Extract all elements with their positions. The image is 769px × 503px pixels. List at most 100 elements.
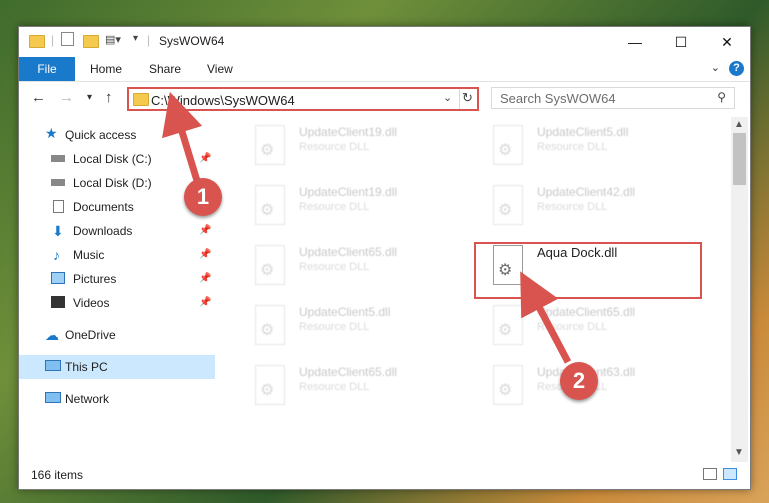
sidebar-item-label: Local Disk (D:) — [73, 176, 152, 190]
item-count: 166 items — [31, 468, 84, 482]
dll-file-icon — [255, 365, 285, 405]
picture-icon — [51, 272, 65, 284]
document-icon — [53, 200, 64, 213]
dll-file-icon — [255, 305, 285, 345]
file-item[interactable]: UpdateClient5.dll Resource DLL — [479, 121, 709, 173]
sidebar-item-label: Quick access — [65, 128, 137, 142]
refresh-icon[interactable]: ↻ — [462, 90, 473, 106]
file-type: Resource DLL — [537, 141, 608, 153]
file-type: Resource DLL — [299, 141, 370, 153]
scroll-up-icon[interactable]: ▲ — [734, 119, 744, 130]
folder-icon — [29, 35, 45, 48]
file-type: Resource DLL — [299, 261, 370, 273]
sidebar-item-music[interactable]: ♪ Music 📌 — [19, 243, 215, 267]
network-icon — [45, 392, 61, 403]
music-icon: ♪ — [53, 247, 60, 263]
address-bar[interactable]: C:\Windows\SysWOW64 ⌄ ↻ — [127, 87, 479, 111]
highlight-box — [474, 242, 702, 299]
help-icon[interactable]: ? — [729, 61, 744, 76]
pin-icon: 📌 — [199, 153, 212, 164]
sidebar-item-onedrive[interactable]: ☁ OneDrive — [19, 323, 215, 347]
sidebar-item-local-disk-c[interactable]: Local Disk (C:) 📌 — [19, 147, 215, 171]
up-button[interactable]: ↑ — [105, 89, 113, 106]
file-name: UpdateClient5.dll — [537, 125, 629, 139]
file-name: UpdateClient65.dll — [299, 245, 398, 259]
tab-file[interactable]: File — [19, 57, 75, 81]
new-folder-icon[interactable] — [83, 35, 99, 48]
sidebar-item-label: This PC — [65, 360, 108, 374]
computer-icon — [45, 360, 61, 371]
sidebar-item-videos[interactable]: Videos 📌 — [19, 291, 215, 315]
sidebar-item-pictures[interactable]: Pictures 📌 — [19, 267, 215, 291]
pin-icon: 📌 — [199, 273, 212, 284]
file-type: Resource DLL — [537, 321, 608, 333]
pin-icon: 📌 — [199, 249, 212, 260]
file-item[interactable]: UpdateClient5.dll Resource DLL — [241, 301, 471, 353]
explorer-window: | ▤▾ ▾ | SysWOW64 — ☐ ✕ File Home Share … — [18, 26, 751, 490]
video-icon — [51, 296, 65, 308]
sidebar-item-label: Music — [73, 248, 105, 262]
file-name: UpdateClient5.dll — [299, 305, 391, 319]
scrollbar-thumb[interactable] — [733, 133, 746, 185]
pin-icon: 📌 — [199, 297, 212, 308]
dll-file-icon — [255, 245, 285, 285]
sidebar-item-quick-access[interactable]: ★ Quick access — [19, 123, 215, 147]
status-bar: 166 items — [19, 463, 750, 489]
customize-quick-access-icon[interactable]: ▤▾ — [105, 33, 121, 49]
forward-button[interactable]: → — [59, 89, 74, 106]
expand-ribbon-icon[interactable]: ⌄ — [711, 61, 720, 74]
address-dropdown-icon[interactable]: ⌄ — [443, 91, 452, 104]
sidebar-item-downloads[interactable]: ⬇ Downloads 📌 — [19, 219, 215, 243]
step-2-badge: 2 — [560, 362, 598, 400]
sidebar-item-label: Documents — [73, 200, 134, 214]
minimize-button[interactable]: — — [612, 27, 658, 57]
window-title: SysWOW64 — [159, 34, 225, 48]
file-item[interactable]: UpdateClient19.dll Resource DLL — [241, 181, 471, 233]
file-name: UpdateClient65.dll — [537, 305, 636, 319]
file-name: UpdateClient65.dll — [299, 365, 398, 379]
file-item[interactable]: UpdateClient65.dll Resource DLL — [241, 241, 471, 293]
chevron-down-icon[interactable]: ▾ — [133, 33, 138, 49]
file-item[interactable]: UpdateClient65.dll Resource DLL — [241, 361, 471, 413]
sidebar-item-network[interactable]: Network — [19, 387, 215, 411]
dll-file-icon — [493, 125, 523, 165]
step-1-badge: 1 — [184, 178, 222, 216]
search-icon[interactable]: ⚲ — [717, 90, 726, 104]
back-button[interactable]: ← — [31, 89, 46, 106]
title-bar: | ▤▾ ▾ | SysWOW64 — ☐ ✕ — [19, 27, 750, 57]
download-icon: ⬇ — [52, 223, 64, 239]
file-item[interactable]: UpdateClient42.dll Resource DLL — [479, 181, 709, 233]
sidebar-item-this-pc[interactable]: This PC — [19, 355, 215, 379]
tab-view[interactable]: View — [207, 57, 233, 81]
navigation-bar: ← → ▾ ↑ C:\Windows\SysWOW64 ⌄ ↻ Search S… — [19, 83, 750, 115]
tab-home[interactable]: Home — [90, 57, 122, 81]
file-type: Resource DLL — [299, 201, 370, 213]
divider — [459, 89, 460, 109]
large-icons-view-icon[interactable] — [723, 468, 737, 480]
separator: | — [51, 33, 55, 47]
tab-share[interactable]: Share — [149, 57, 181, 81]
search-input[interactable]: Search SysWOW64 ⚲ — [491, 87, 735, 109]
dll-file-icon — [255, 185, 285, 225]
file-type: Resource DLL — [299, 381, 370, 393]
scroll-down-icon[interactable]: ▼ — [734, 447, 744, 458]
maximize-button[interactable]: ☐ — [658, 27, 704, 57]
file-name: UpdateClient19.dll — [299, 185, 398, 199]
pin-icon: 📌 — [199, 225, 212, 236]
dll-file-icon — [493, 305, 523, 345]
recent-locations-icon[interactable]: ▾ — [87, 92, 92, 103]
properties-icon[interactable] — [61, 32, 74, 46]
file-name: UpdateClient42.dll — [537, 185, 636, 199]
file-item[interactable]: UpdateClient65.dll Resource DLL — [479, 301, 709, 353]
sidebar-item-label: OneDrive — [65, 328, 116, 342]
separator: | — [147, 33, 151, 47]
close-button[interactable]: ✕ — [704, 27, 750, 57]
file-name: UpdateClient19.dll — [299, 125, 398, 139]
details-view-icon[interactable] — [703, 468, 717, 480]
address-path[interactable]: C:\Windows\SysWOW64 — [151, 93, 295, 108]
file-item[interactable]: UpdateClient19.dll Resource DLL — [241, 121, 471, 173]
navigation-pane: ★ Quick access Local Disk (C:) 📌 Local D… — [19, 117, 215, 462]
vertical-scrollbar[interactable]: ▲ ▼ — [731, 117, 748, 462]
dll-file-icon — [493, 185, 523, 225]
sidebar-item-label: Local Disk (C:) — [73, 152, 152, 166]
